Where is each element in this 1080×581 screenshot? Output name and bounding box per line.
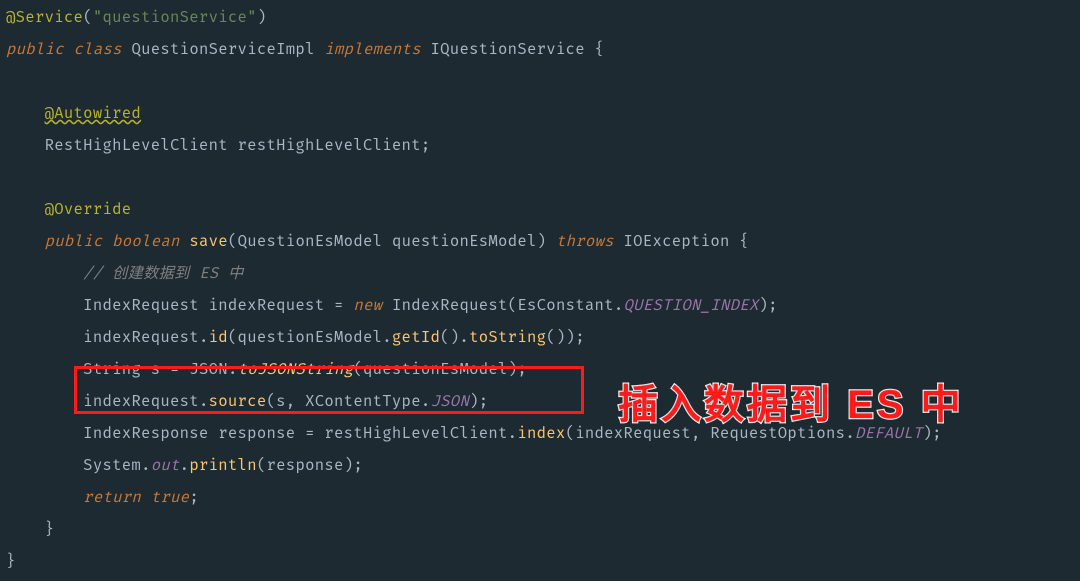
arg: response [267, 456, 344, 475]
method-tostring: toString [469, 328, 546, 347]
var-type: String [83, 360, 141, 379]
kw-class: class [74, 40, 122, 59]
var-ref: indexRequest [83, 392, 199, 411]
annotation-service: @Service [6, 8, 83, 27]
constructor: IndexRequest [392, 296, 508, 315]
kw-return: return [83, 488, 141, 507]
constant-ref: QUESTION_INDEX [623, 296, 758, 315]
kw-implements: implements [324, 40, 420, 59]
class-xcontenttype: XContentType [305, 392, 421, 411]
method-index: index [517, 424, 565, 443]
annotation-override: @Override [45, 200, 132, 219]
method-save: save [189, 232, 228, 251]
var-ref: indexRequest [83, 328, 199, 347]
kw-new: new [353, 296, 382, 315]
class-name: QuestionServiceImpl [131, 40, 314, 59]
param-name: questionEsModel [392, 232, 537, 251]
kw-public: public [45, 232, 103, 251]
var-type: IndexRequest [83, 296, 199, 315]
class-json: JSON [189, 360, 228, 379]
constant-json: JSON [431, 392, 470, 411]
method-id: id [209, 328, 228, 347]
arg: s [276, 392, 286, 411]
interface-name: IQuestionService [431, 40, 585, 59]
param-type: QuestionEsModel [238, 232, 383, 251]
var-name: response [218, 424, 295, 443]
code-editor[interactable]: @Service("questionService") public class… [0, 0, 1080, 580]
class-ref: EsConstant [517, 296, 613, 315]
kw-public: public [6, 40, 64, 59]
arg: questionEsModel [238, 328, 383, 347]
kw-throws: throws [556, 232, 614, 251]
arg: questionEsModel [363, 360, 508, 379]
field-name: restHighLevelClient [238, 136, 421, 155]
var-name: indexRequest [209, 296, 325, 315]
var-type: IndexResponse [83, 424, 208, 443]
var-ref: restHighLevelClient [324, 424, 507, 443]
method-println: println [189, 456, 257, 475]
class-system: System [83, 456, 141, 475]
method-tojsonstring: toJSONString [238, 360, 354, 379]
literal-true: true [151, 488, 190, 507]
annotation-autowired: @Autowired [45, 104, 141, 123]
annotation-banner: 插入数据到 ES 中 [618, 372, 964, 430]
comment: // 创建数据到 ES 中 [83, 264, 243, 283]
method-getid: getId [392, 328, 440, 347]
field-out: out [151, 456, 180, 475]
return-type: boolean [112, 232, 180, 251]
field-type: RestHighLevelClient [45, 136, 228, 155]
exception-type: IOException [624, 232, 730, 251]
method-source: source [209, 392, 267, 411]
var-name: s [151, 360, 161, 379]
service-name-string: "questionService" [93, 8, 257, 27]
